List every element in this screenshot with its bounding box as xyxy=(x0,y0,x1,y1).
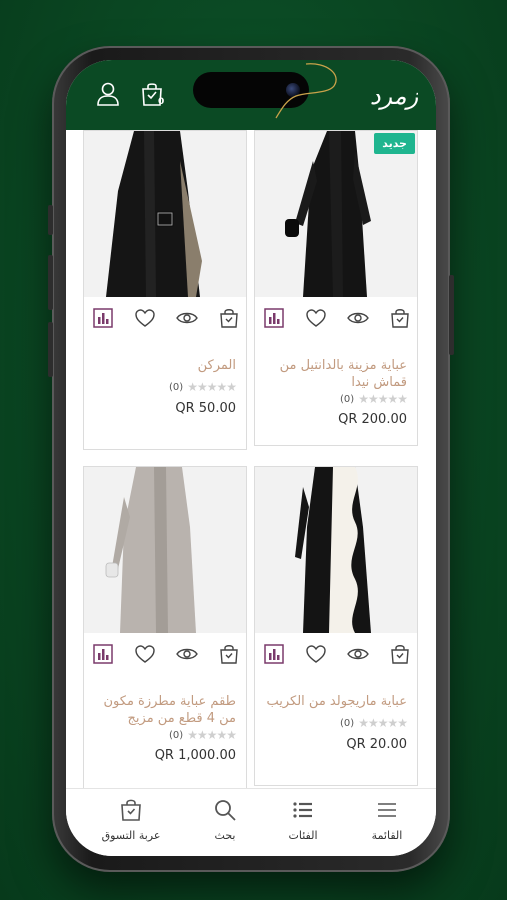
product-card[interactable]: طقم عباية مطرزة مكون من 4 قطع من مزيج (0… xyxy=(83,466,247,796)
bar-chart-icon[interactable] xyxy=(263,643,285,665)
bottom-navigation: القائمة الفئات بحث عربة التسوق xyxy=(66,788,436,856)
product-title[interactable]: المركن xyxy=(94,357,236,374)
star-rating-icon: ★★★★★ xyxy=(187,728,237,742)
list-icon xyxy=(293,802,312,818)
product-price: QR 200.00 xyxy=(338,412,407,427)
heart-icon[interactable] xyxy=(134,307,156,329)
brand-logo[interactable]: زمرد xyxy=(370,74,418,114)
eye-icon[interactable] xyxy=(347,307,369,329)
shopping-bag-icon xyxy=(121,799,141,821)
product-title[interactable]: طقم عباية مطرزة مكون من 4 قطع من مزيج xyxy=(94,693,237,727)
heart-icon[interactable] xyxy=(134,643,156,665)
product-price: QR 20.00 xyxy=(346,737,407,752)
rating-count: (0) xyxy=(340,393,355,405)
product-title[interactable]: عباية ماريجولد من الكريب xyxy=(265,693,407,710)
bar-chart-icon[interactable] xyxy=(92,643,114,665)
eye-icon[interactable] xyxy=(347,643,369,665)
user-icon[interactable] xyxy=(94,80,122,108)
decorative-string xyxy=(275,63,337,119)
rating-count: (0) xyxy=(169,381,184,393)
mute-switch xyxy=(48,205,53,235)
rating-count: (0) xyxy=(340,717,355,729)
product-rating: (0) ★★★★★ xyxy=(169,728,237,742)
product-actions xyxy=(84,307,246,333)
nav-search[interactable]: بحث xyxy=(180,797,270,842)
nav-categories-label: الفئات xyxy=(288,829,318,842)
product-rating: (0) ★★★★★ xyxy=(340,392,408,406)
shopping-bag-icon[interactable] xyxy=(218,307,240,329)
product-price: QR 50.00 xyxy=(175,401,236,416)
nav-menu[interactable]: القائمة xyxy=(342,797,432,842)
heart-icon[interactable] xyxy=(305,307,327,329)
volume-up-button xyxy=(48,255,53,310)
product-image[interactable] xyxy=(255,467,417,633)
cart-count-badge: 0 xyxy=(158,97,165,107)
menu-icon xyxy=(378,803,396,817)
star-rating-icon: ★★★★★ xyxy=(358,392,408,406)
heart-icon[interactable] xyxy=(305,643,327,665)
product-price: QR 1,000.00 xyxy=(154,748,236,763)
shopping-bag-icon[interactable] xyxy=(389,643,411,665)
app-screen: 0 زمرد جديد عباية مزينة بالدانتيل من قما… xyxy=(66,60,436,856)
bar-chart-icon[interactable] xyxy=(263,307,285,329)
nav-categories[interactable]: الفئات xyxy=(258,797,348,842)
rating-count: (0) xyxy=(169,729,184,741)
new-badge: جديد xyxy=(374,133,415,154)
product-image[interactable]: جديد xyxy=(255,131,417,297)
bar-chart-icon[interactable] xyxy=(92,307,114,329)
app-header: 0 زمرد xyxy=(66,60,436,130)
product-card[interactable]: جديد عباية مزينة بالدانتيل من قماش نيدا … xyxy=(254,130,418,446)
product-actions xyxy=(255,643,417,669)
nav-cart-label: عربة التسوق xyxy=(101,829,161,842)
shopping-bag-icon[interactable] xyxy=(218,643,240,665)
shopping-bag-icon[interactable] xyxy=(389,307,411,329)
product-card[interactable]: عباية ماريجولد من الكريب (0) ★★★★★ QR 20… xyxy=(254,466,418,786)
nav-cart[interactable]: عربة التسوق xyxy=(86,797,176,842)
search-icon xyxy=(215,800,236,821)
star-rating-icon: ★★★★★ xyxy=(358,716,408,730)
product-rating: (0) ★★★★★ xyxy=(340,716,408,730)
nav-search-label: بحث xyxy=(214,829,236,842)
volume-down-button xyxy=(48,322,53,377)
product-actions xyxy=(255,307,417,333)
eye-icon[interactable] xyxy=(176,307,198,329)
product-rating: (0) ★★★★★ xyxy=(169,380,237,394)
product-image[interactable] xyxy=(84,131,246,297)
power-button xyxy=(449,275,454,355)
star-rating-icon: ★★★★★ xyxy=(187,380,237,394)
product-title[interactable]: عباية مزينة بالدانتيل من قماش نيدا xyxy=(265,357,407,391)
product-image[interactable] xyxy=(84,467,246,633)
product-card[interactable]: المركن (0) ★★★★★ QR 50.00 xyxy=(83,130,247,450)
logo-text: زمرد xyxy=(370,82,418,110)
product-actions xyxy=(84,643,246,669)
nav-menu-label: القائمة xyxy=(371,829,403,842)
eye-icon[interactable] xyxy=(176,643,198,665)
